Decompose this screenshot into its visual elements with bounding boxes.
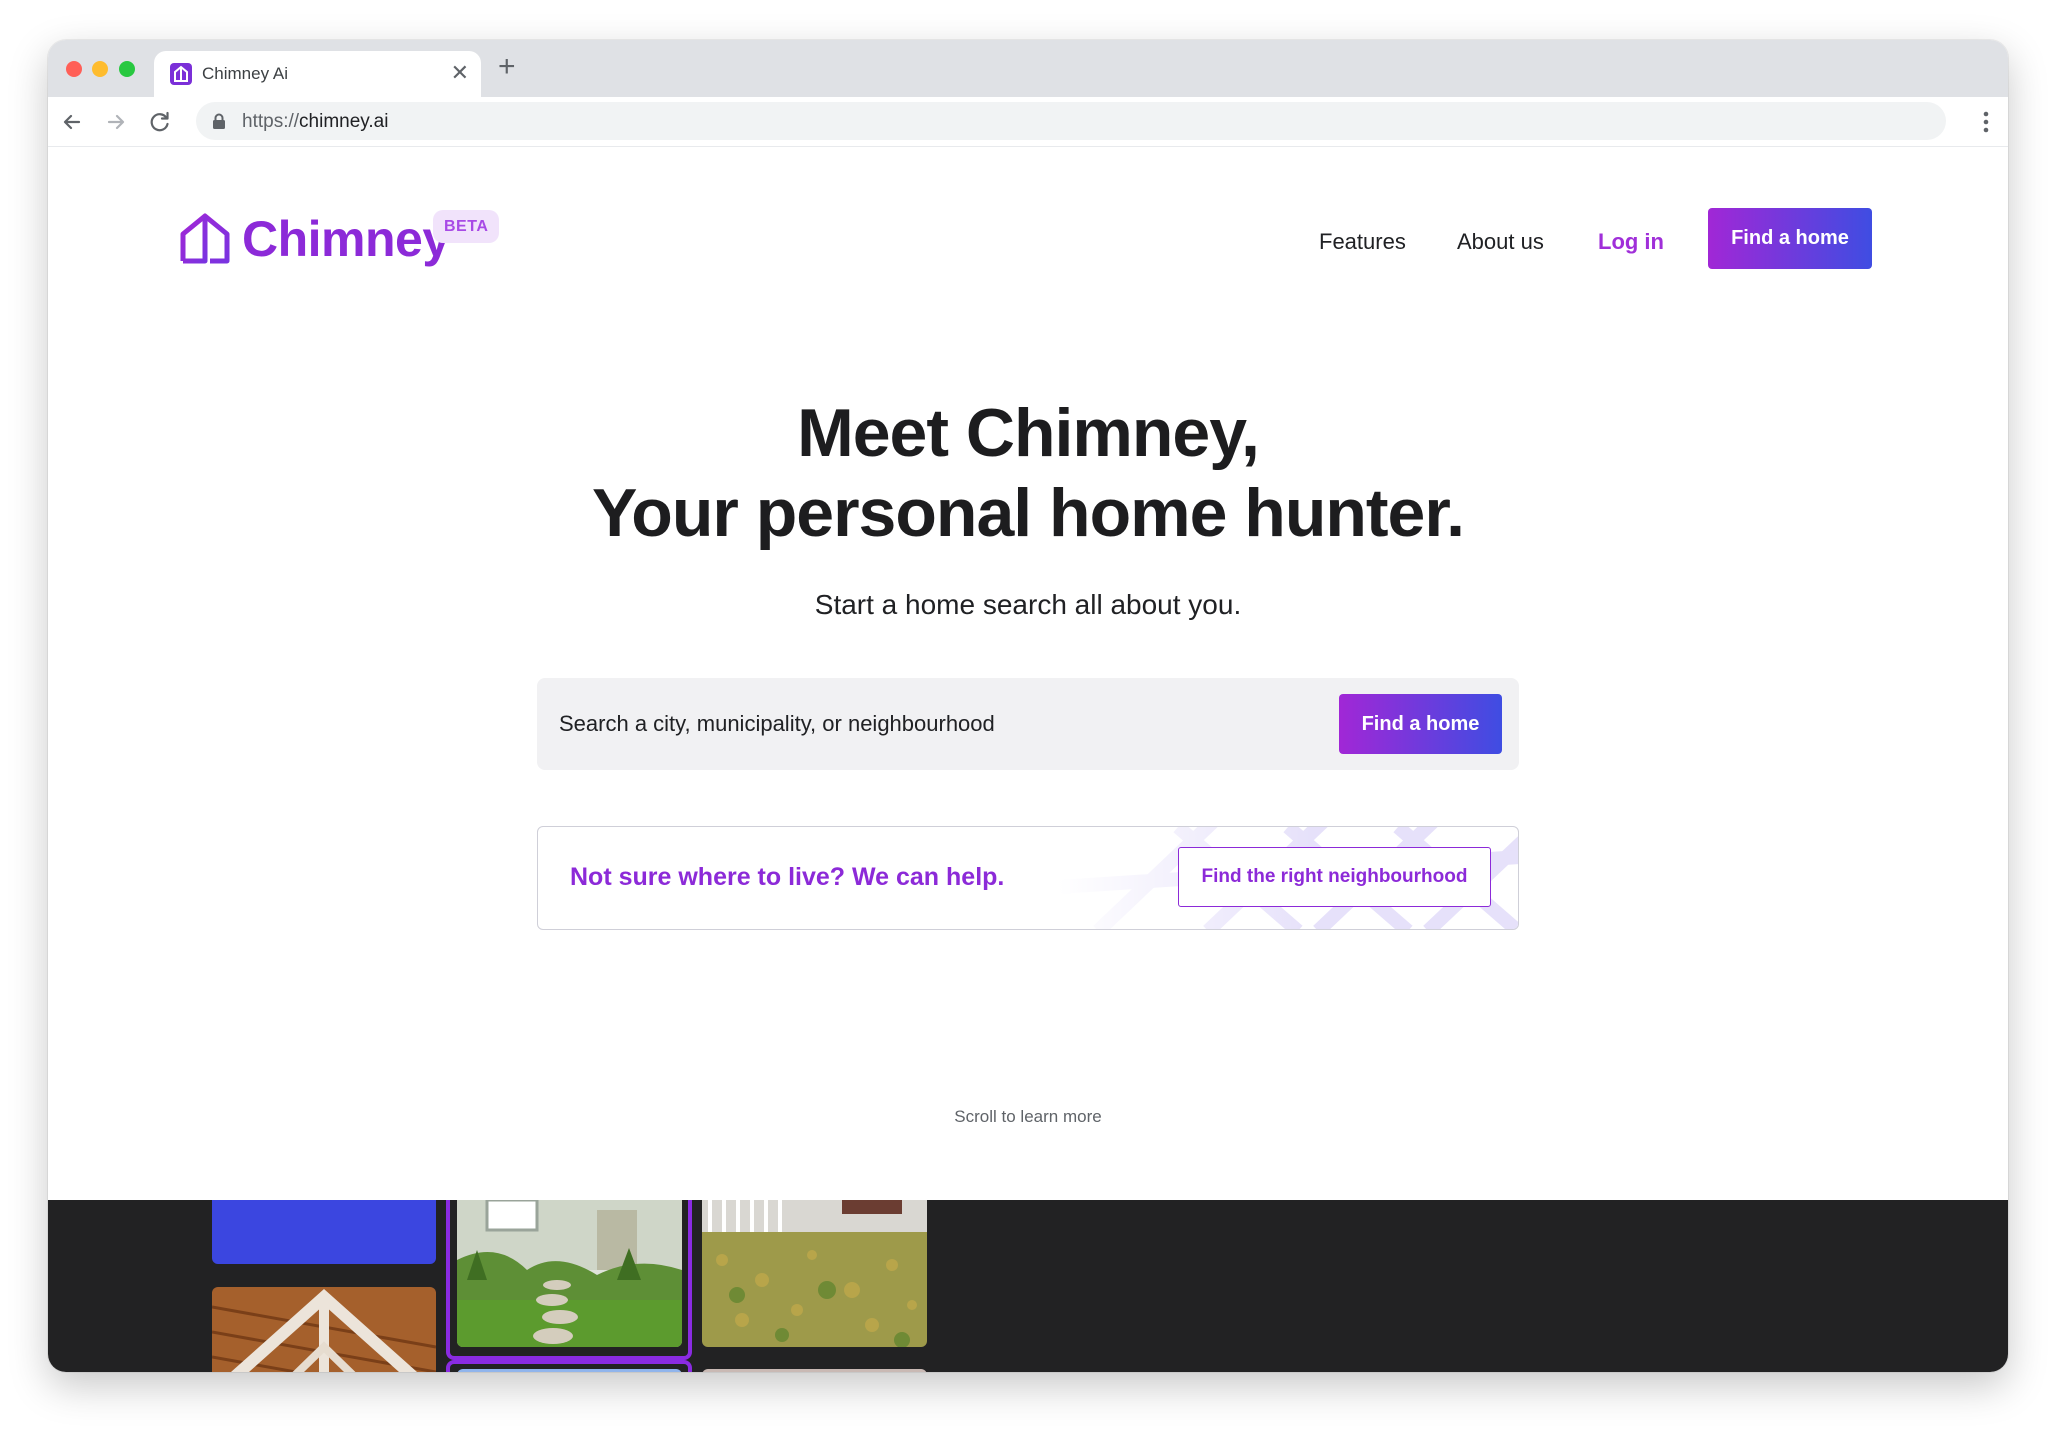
arrow-right-icon[interactable] [100,106,132,138]
ceiling-photo [212,1287,436,1372]
search-box: Find a home [537,678,1519,770]
nav-about-link[interactable]: About us [1457,229,1544,255]
reload-icon[interactable] [144,106,176,138]
tab-strip: Chimney Ai ✕ + [48,40,2008,97]
house-icon [180,213,230,264]
interior-wall-photo [702,1369,927,1372]
scroll-hint: Scroll to learn more [954,1107,1102,1126]
tab-title: Chimney Ai [202,64,288,83]
beta-badge: BETA [433,210,500,243]
find-neighbourhood-button[interactable]: Find the right neighbourhood [1178,847,1491,907]
neighbourhood-help-card: Not sure where to live? We can help. Fin… [537,826,1519,930]
hero-title-line-2: Your personal home hunter. [592,475,1465,551]
nav-login-link[interactable]: Log in [1598,229,1664,255]
nav-find-home-button[interactable]: Find a home [1708,208,1872,269]
lawn-leaves-photo [702,1200,927,1347]
url-text[interactable]: https://chimney.ai [242,111,388,133]
maximize-window-button[interactable] [119,61,135,77]
tab-close-icon[interactable]: ✕ [451,60,469,86]
new-tab-button[interactable]: + [498,50,516,84]
highlight-frame-bottom [446,1360,692,1372]
search-input[interactable] [547,692,1327,756]
url-host: chimney.ai [299,111,389,132]
search-find-home-button[interactable]: Find a home [1339,694,1502,754]
vertical-dots-icon[interactable] [1982,107,1990,137]
hero-subtitle: Start a home search all about you. [814,589,1242,620]
browser-toolbar: https://chimney.ai [48,97,2008,147]
close-window-button[interactable] [66,61,82,77]
chimney-favicon-icon [170,63,192,85]
blue-tile [212,1200,436,1264]
browser-window: Chimney Ai ✕ + https://chimney.ai Chimne… [48,40,2008,1372]
web-page: Chimney BETA Features About us Log in Fi… [48,147,2008,1372]
active-tab[interactable]: Chimney Ai ✕ [154,51,481,97]
logo-wordmark: Chimney [242,211,450,267]
arrow-left-icon[interactable] [56,106,88,138]
highlight-frame-top [446,1200,692,1360]
minimize-window-button[interactable] [92,61,108,77]
nav-features-link[interactable]: Features [1319,229,1406,255]
address-bar[interactable]: https://chimney.ai [196,102,1946,140]
help-card-text: Not sure where to live? We can help. [570,863,1005,891]
hero-title-line-1: Meet Chimney, [797,395,1260,471]
url-scheme: https:// [242,111,300,132]
image-gallery-band [48,1200,2008,1372]
lock-icon [213,113,225,129]
